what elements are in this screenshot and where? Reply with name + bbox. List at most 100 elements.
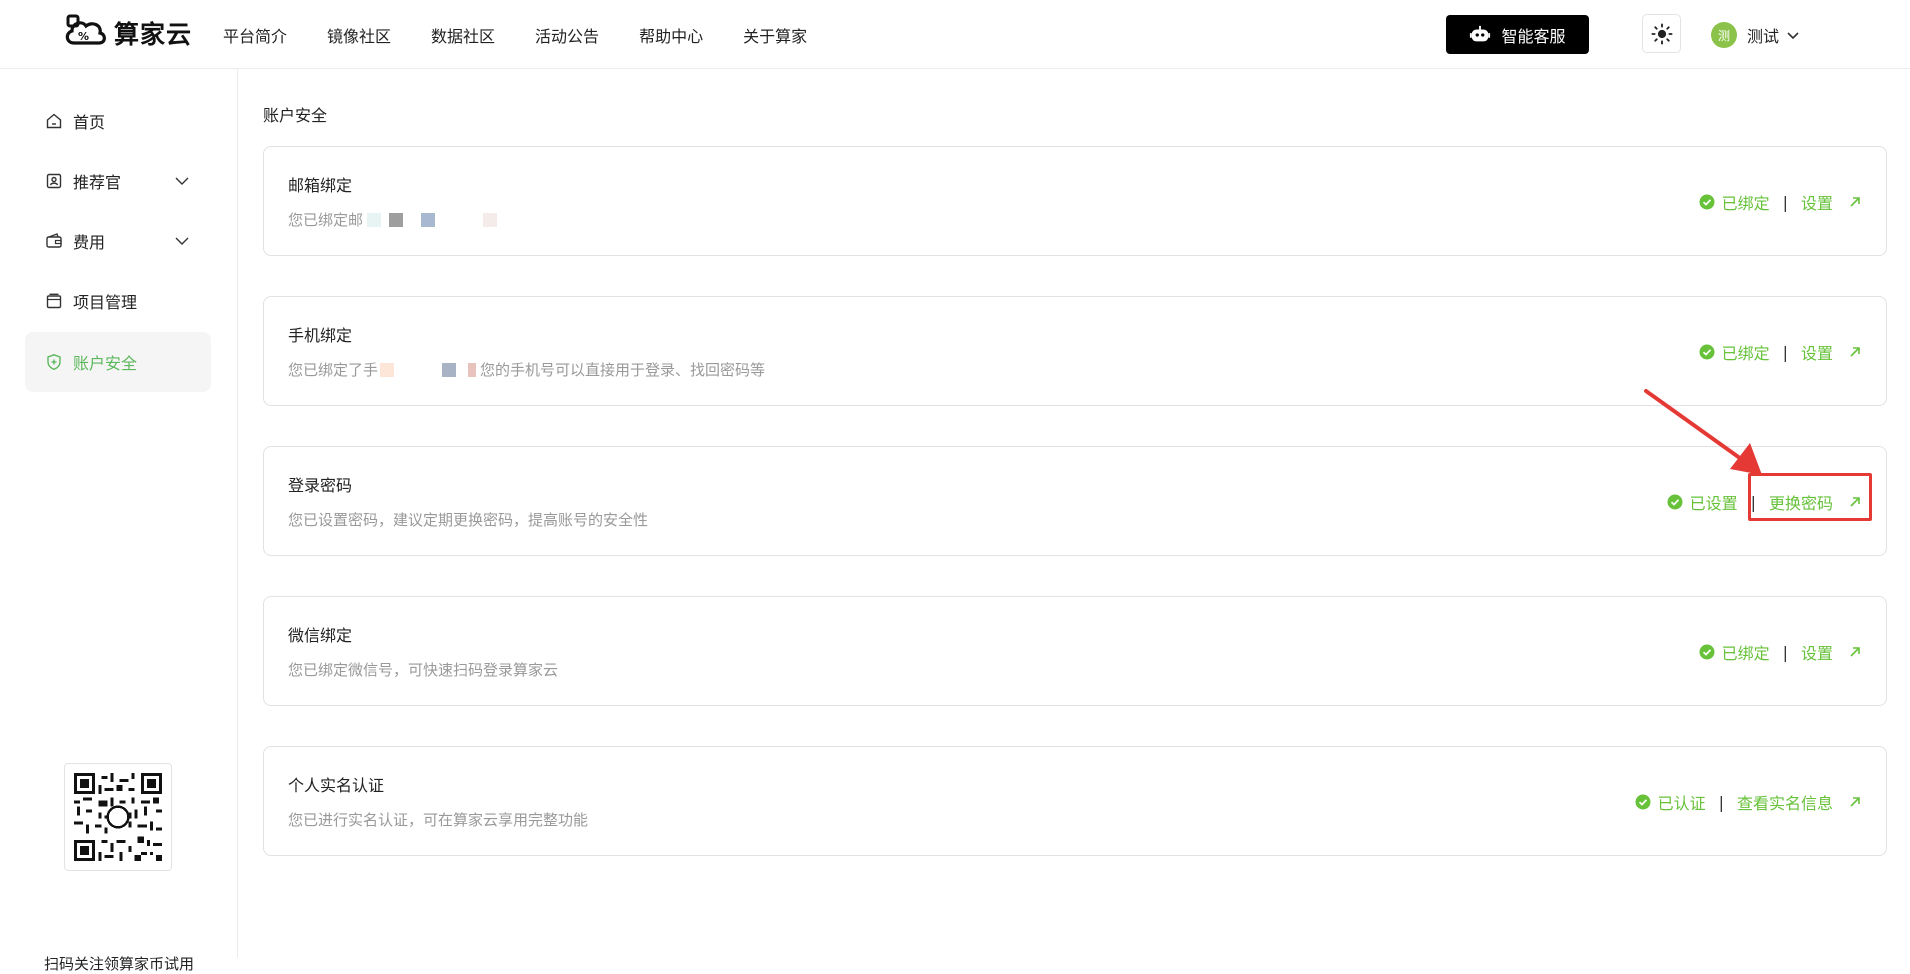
view-real-name-info-link[interactable]: 查看实名信息 — [1737, 790, 1862, 814]
card-title: 登录密码 — [288, 476, 353, 495]
sidebar-item-label: 首页 — [73, 113, 106, 132]
sidebar-item-projects[interactable]: 项目管理 — [25, 271, 211, 331]
email-binding-card: 邮箱绑定 您已绑定邮 已绑定 | 设置 — [263, 146, 1887, 256]
status-badge: 已绑定 — [1699, 190, 1770, 214]
folder-icon — [46, 293, 62, 309]
card-description-text: 您已设置密码，建议定期更换密码，提高账号的安全性 — [288, 511, 649, 529]
privacy-mask — [389, 212, 404, 227]
sidebar-item-label: 费用 — [73, 233, 106, 252]
home-icon — [46, 113, 62, 129]
arrow-up-right-icon — [1850, 197, 1860, 207]
nav-platform-intro[interactable]: 平台简介 — [223, 23, 287, 47]
card-description: 您已进行实名认证，可在算家云享用完整功能 — [288, 809, 588, 830]
nav-announcements[interactable]: 活动公告 — [535, 23, 599, 47]
arrow-up-right-icon — [1850, 797, 1860, 807]
sidebar-item-label: 项目管理 — [73, 293, 138, 312]
privacy-mask — [380, 362, 395, 377]
sidebar-item-billing[interactable]: 费用 — [25, 211, 211, 271]
divider: | — [1782, 642, 1788, 662]
status-text: 已绑定 — [1721, 644, 1770, 663]
wechat-settings-link[interactable]: 设置 — [1801, 640, 1862, 664]
email-settings-link[interactable]: 设置 — [1801, 190, 1862, 214]
avatar: 测 — [1711, 22, 1737, 48]
referral-icon — [46, 173, 62, 189]
sidebar-item-label: 推荐官 — [73, 173, 122, 192]
arrow-up-right-icon — [1850, 347, 1860, 357]
card-description-text: 您已绑定了手 — [288, 361, 379, 379]
wechat-binding-card: 微信绑定 您已绑定微信号，可快速扫码登录算家云 已绑定 | 设置 — [263, 596, 1887, 706]
action-label: 设置 — [1800, 194, 1833, 213]
card-actions: 已绑定 | 设置 — [1699, 640, 1862, 664]
sun-icon — [1650, 22, 1673, 45]
card-description-text: 您的手机号可以直接用于登录、找回密码等 — [480, 361, 766, 379]
page-title: 账户安全 — [263, 106, 328, 125]
status-text: 已绑定 — [1721, 344, 1770, 363]
chevron-down-icon — [1787, 32, 1799, 40]
action-label: 查看实名信息 — [1736, 794, 1833, 813]
sidebar-item-security[interactable]: 账户安全 — [25, 332, 211, 392]
nav-image-community[interactable]: 镜像社区 — [327, 23, 391, 47]
privacy-mask — [468, 362, 477, 377]
card-description-text: 您已进行实名认证，可在算家云享用完整功能 — [288, 811, 589, 829]
card-title: 手机绑定 — [288, 326, 353, 345]
card-actions: 已绑定 | 设置 — [1699, 190, 1862, 214]
card-actions: 已绑定 | 设置 — [1699, 340, 1862, 364]
divider: | — [1782, 342, 1788, 362]
nav-help-center[interactable]: 帮助中心 — [639, 23, 703, 47]
robot-icon — [1470, 25, 1491, 41]
smart-service-button[interactable]: 智能客服 — [1446, 15, 1589, 54]
logo-icon: % — [65, 14, 106, 45]
sidebar-item-label: 账户安全 — [73, 354, 138, 373]
smart-service-label: 智能客服 — [1501, 26, 1566, 46]
theme-toggle-button[interactable] — [1642, 14, 1681, 53]
check-circle-icon — [1699, 344, 1715, 360]
chevron-down-icon — [175, 177, 189, 185]
card-description: 您已绑定微信号，可快速扫码登录算家云 — [288, 659, 558, 680]
check-circle-icon — [1667, 494, 1683, 510]
card-title: 微信绑定 — [288, 626, 353, 645]
divider: | — [1718, 792, 1724, 812]
check-circle-icon — [1699, 194, 1715, 210]
check-circle-icon — [1699, 644, 1715, 660]
qr-code — [64, 763, 172, 871]
status-badge: 已绑定 — [1699, 640, 1770, 664]
status-badge: 已认证 — [1635, 790, 1706, 814]
sidebar: 首页 推荐官 费用 项目管理 账户安全 扫码关注领算家币试用 — [0, 69, 238, 973]
card-title: 个人实名认证 — [288, 776, 385, 795]
status-badge: 已设置 — [1667, 490, 1738, 514]
chevron-down-icon — [175, 237, 189, 245]
privacy-mask — [421, 212, 436, 227]
card-description: 您已绑定邮 — [288, 209, 501, 230]
card-description: 您已设置密码，建议定期更换密码，提高账号的安全性 — [288, 509, 648, 530]
annotation-highlight-box — [1748, 473, 1872, 521]
nav-about[interactable]: 关于算家 — [743, 23, 807, 47]
user-menu[interactable]: 测 测试 — [1711, 20, 1801, 50]
top-header: % 算家云 平台简介 镜像社区 数据社区 活动公告 帮助中心 关于算家 智能客服 — [0, 0, 1910, 69]
shield-icon — [47, 354, 61, 371]
sidebar-item-home[interactable]: 首页 — [25, 91, 211, 151]
card-description-text: 您已绑定邮 — [288, 211, 364, 229]
privacy-mask — [367, 212, 382, 227]
privacy-mask — [483, 212, 498, 227]
nav-data-community[interactable]: 数据社区 — [431, 23, 495, 47]
real-name-verification-card: 个人实名认证 您已进行实名认证，可在算家云享用完整功能 已认证 | 查看实名信息 — [263, 746, 1887, 856]
sidebar-item-referral[interactable]: 推荐官 — [25, 151, 211, 211]
check-circle-icon — [1635, 794, 1651, 810]
wallet-icon — [46, 233, 62, 248]
status-badge: 已绑定 — [1699, 340, 1770, 364]
arrow-up-right-icon — [1850, 647, 1860, 657]
card-description-text: 您已绑定微信号，可快速扫码登录算家云 — [288, 661, 559, 679]
card-actions: 已认证 | 查看实名信息 — [1635, 790, 1862, 814]
logo-text: 算家云 — [114, 20, 193, 49]
qr-caption: 扫码关注领算家币试用 — [43, 955, 194, 973]
phone-settings-link[interactable]: 设置 — [1801, 340, 1862, 364]
logo[interactable]: % 算家云 — [62, 13, 192, 53]
divider: | — [1782, 192, 1788, 212]
action-label: 设置 — [1800, 344, 1833, 363]
card-description: 您已绑定了手 您的手机号可以直接用于登录、找回密码等 — [288, 359, 765, 380]
privacy-mask — [442, 362, 457, 377]
svg-text:%: % — [78, 30, 89, 43]
main-nav: 平台简介 镜像社区 数据社区 活动公告 帮助中心 关于算家 — [223, 0, 847, 69]
annotation-arrow — [1644, 389, 1762, 475]
qr-code-image — [74, 773, 162, 861]
